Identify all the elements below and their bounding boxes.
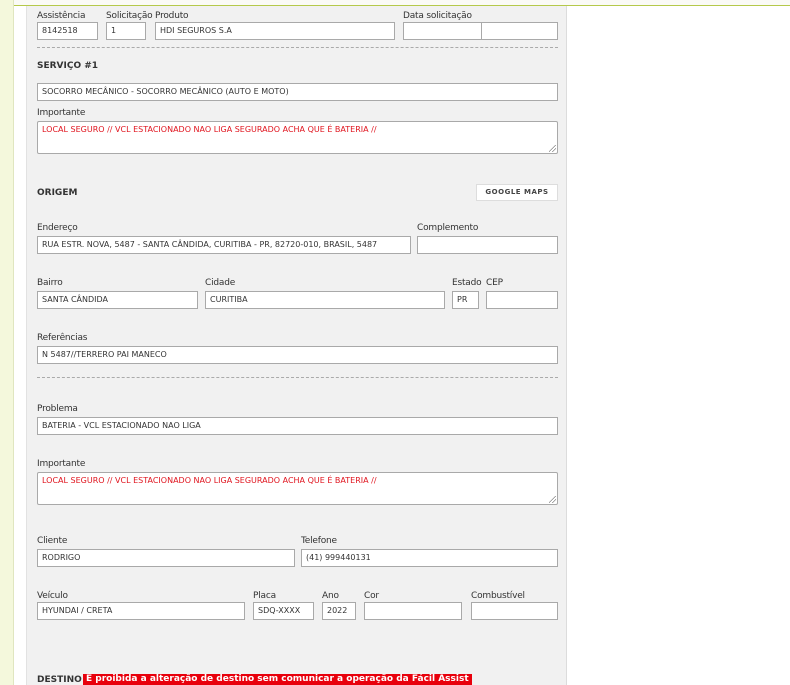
problema-label: Problema: [37, 404, 78, 414]
cliente-label: Cliente: [37, 536, 68, 546]
left-strip: [0, 0, 14, 685]
problema-importante-textarea[interactable]: LOCAL SEGURO // VCL ESTACIONADO NAO LIGA…: [37, 472, 558, 505]
solicitacao-label: Solicitação: [106, 11, 153, 21]
cidade-label: Cidade: [205, 278, 236, 288]
telefone-input[interactable]: (41) 999440131: [301, 549, 558, 567]
referencias-input[interactable]: N 5487//TERRERO PAI MANECO: [37, 346, 558, 364]
destino-title: DESTINO: [37, 675, 82, 685]
data-solicitacao-label: Data solicitação: [403, 11, 472, 21]
divider: [37, 377, 558, 378]
produto-input[interactable]: HDI SEGUROS S.A: [155, 22, 395, 40]
placa-label: Placa: [253, 591, 276, 601]
bairro-input[interactable]: SANTA CÂNDIDA: [37, 291, 198, 309]
endereco-label: Endereço: [37, 223, 78, 233]
servico-input[interactable]: SOCORRO MECÂNICO - SOCORRO MECÂNICO (AUT…: [37, 83, 558, 101]
resize-grip-icon[interactable]: [549, 496, 556, 503]
ano-input[interactable]: 2022: [322, 602, 356, 620]
combustivel-input[interactable]: [471, 602, 558, 620]
servico-importante-text: LOCAL SEGURO // VCL ESTACIONADO NAO LIGA…: [42, 125, 377, 134]
combustivel-label: Combustível: [471, 591, 525, 601]
destino-warning-badge: É proibida a alteração de destino sem co…: [83, 674, 472, 685]
telefone-label: Telefone: [301, 536, 337, 546]
cep-label: CEP: [486, 278, 503, 288]
servico-importante-textarea[interactable]: LOCAL SEGURO // VCL ESTACIONADO NAO LIGA…: [37, 121, 558, 154]
complemento-label: Complemento: [417, 223, 479, 233]
veiculo-input[interactable]: HYUNDAI / CRETA: [37, 602, 245, 620]
assistencia-input[interactable]: 8142518: [37, 22, 98, 40]
estado-label: Estado: [452, 278, 482, 288]
cor-label: Cor: [364, 591, 379, 601]
assistencia-label: Assistência: [37, 11, 86, 21]
complemento-input[interactable]: [417, 236, 558, 254]
origem-title: ORIGEM: [37, 188, 78, 198]
cidade-input[interactable]: CURITIBA: [205, 291, 445, 309]
google-maps-button[interactable]: GOOGLE MAPS: [476, 184, 558, 201]
problema-input[interactable]: BATERIA - VCL ESTACIONADO NAO LIGA: [37, 417, 558, 435]
cor-input[interactable]: [364, 602, 462, 620]
referencias-label: Referências: [37, 333, 88, 343]
placa-input[interactable]: SDQ-XXXX: [253, 602, 314, 620]
data-solicitacao-time[interactable]: [481, 22, 558, 40]
servico-title: SERVIÇO #1: [37, 61, 99, 71]
problema-importante-label: Importante: [37, 459, 86, 469]
endereco-input[interactable]: RUA ESTR. NOVA, 5487 - SANTA CÂNDIDA, CU…: [37, 236, 411, 254]
data-solicitacao-date[interactable]: [403, 22, 482, 40]
servico-importante-label: Importante: [37, 108, 86, 118]
cliente-input[interactable]: RODRIGO: [37, 549, 295, 567]
bairro-label: Bairro: [37, 278, 63, 288]
problema-importante-text: LOCAL SEGURO // VCL ESTACIONADO NAO LIGA…: [42, 476, 377, 485]
ano-label: Ano: [322, 591, 339, 601]
resize-grip-icon[interactable]: [549, 145, 556, 152]
produto-label: Produto: [155, 11, 189, 21]
solicitacao-input[interactable]: 1: [106, 22, 146, 40]
estado-input[interactable]: PR: [452, 291, 479, 309]
divider: [37, 47, 558, 48]
cep-input[interactable]: [486, 291, 558, 309]
veiculo-label: Veículo: [37, 591, 68, 601]
